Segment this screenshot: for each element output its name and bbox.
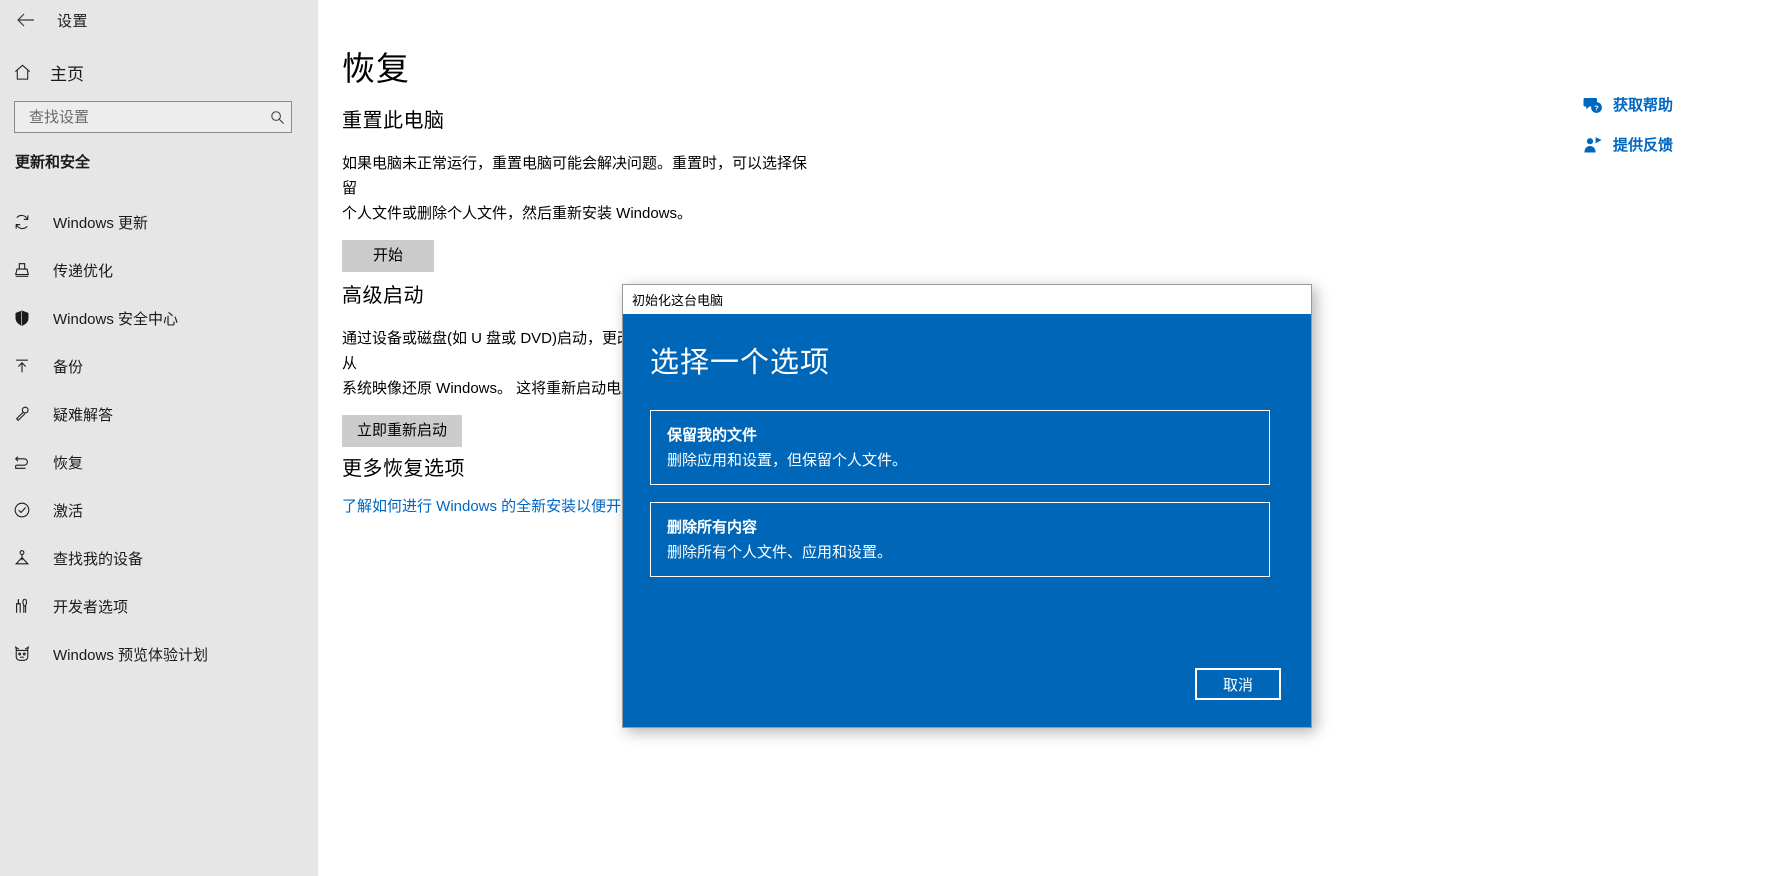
give-feedback-link[interactable]: 提供反馈 <box>1583 134 1763 155</box>
search-container <box>14 101 292 133</box>
dialog-title: 初始化这台电脑 <box>632 293 724 308</box>
sidebar-item-windows-security[interactable]: Windows 安全中心 <box>0 294 318 342</box>
app-title: 设置 <box>57 12 89 30</box>
section-more-recovery-options: 更多恢复选项 了解如何进行 Windows 的全新安装以便开始 <box>342 452 636 516</box>
sidebar-item-label: 激活 <box>53 502 84 520</box>
sidebar-item-label: Windows 预览体验计划 <box>53 646 209 664</box>
sidebar-item-home[interactable]: 主页 <box>0 52 318 92</box>
sync-refresh-icon <box>13 213 43 231</box>
section-body-line-2: 个人文件或删除个人文件，然后重新安装 Windows。 <box>342 205 693 222</box>
delivery-optimization-icon <box>13 261 43 279</box>
sidebar-item-label: 传递优化 <box>53 262 114 280</box>
give-feedback-label: 提供反馈 <box>1613 137 1674 154</box>
sidebar-item-backup[interactable]: 备份 <box>0 342 318 390</box>
sidebar-item-label: 备份 <box>53 358 84 376</box>
find-my-device-icon <box>13 549 43 567</box>
search-input[interactable] <box>27 107 270 127</box>
page-title: 恢复 <box>342 50 410 87</box>
developer-tools-icon <box>13 597 43 615</box>
sidebar-item-troubleshoot[interactable]: 疑难解答 <box>0 390 318 438</box>
option-title: 删除所有内容 <box>667 519 758 536</box>
sidebar-item-label: 开发者选项 <box>53 598 129 616</box>
sidebar-nav-list: Windows 更新 传递优化 Windows 安全中心 备份 疑难解答 恢复 … <box>0 198 318 678</box>
sidebar-item-label: Windows 更新 <box>53 214 149 232</box>
sidebar-group-title: 更新和安全 <box>15 154 91 171</box>
reset-this-pc-dialog: 初始化这台电脑 选择一个选项 保留我的文件 删除应用和设置，但保留个人文件。 删… <box>622 284 1312 728</box>
upload-arrow-icon <box>13 357 43 375</box>
sidebar-item-recovery[interactable]: 恢复 <box>0 438 318 486</box>
back-arrow-icon[interactable] <box>4 3 48 37</box>
fresh-start-link[interactable]: 了解如何进行 Windows 的全新安装以便开始 <box>342 498 636 515</box>
sidebar-item-home-label: 主页 <box>50 64 84 84</box>
section-body-line-2: 系统映像还原 Windows。 这将重新启动电脑。 <box>342 380 652 397</box>
option-remove-everything[interactable]: 删除所有内容 删除所有个人文件、应用和设置。 <box>650 502 1270 577</box>
home-icon <box>13 63 43 82</box>
dialog-body: 选择一个选项 保留我的文件 删除应用和设置，但保留个人文件。 删除所有内容 删除… <box>623 314 1311 727</box>
shield-icon <box>13 309 43 327</box>
svg-text:?: ? <box>1594 103 1599 112</box>
sidebar-item-activation[interactable]: 激活 <box>0 486 318 534</box>
option-description: 删除应用和设置，但保留个人文件。 <box>667 452 908 469</box>
dialog-heading: 选择一个选项 <box>650 347 831 379</box>
section-body: 如果电脑未正常运行，重置电脑可能会解决问题。重置时，可以选择保留 个人文件或删除… <box>342 151 812 226</box>
section-heading: 重置此电脑 <box>342 110 445 132</box>
search-icon[interactable] <box>270 110 285 125</box>
sidebar-item-windows-update[interactable]: Windows 更新 <box>0 198 318 246</box>
dialog-titlebar: 初始化这台电脑 <box>623 285 1311 314</box>
question-chat-icon: ? <box>1583 95 1609 115</box>
sidebar: 设置 主页 更新和安全 <box>0 0 318 876</box>
insider-bug-icon <box>13 645 43 663</box>
sidebar-item-find-my-device[interactable]: 查找我的设备 <box>0 534 318 582</box>
dialog-options-list: 保留我的文件 删除应用和设置，但保留个人文件。 删除所有内容 删除所有个人文件、… <box>650 410 1270 594</box>
sidebar-item-label: 恢复 <box>53 454 84 472</box>
feedback-person-icon <box>1583 135 1609 155</box>
option-description: 删除所有个人文件、应用和设置。 <box>667 544 893 561</box>
sidebar-item-developer-options[interactable]: 开发者选项 <box>0 582 318 630</box>
section-reset-this-pc: 重置此电脑 如果电脑未正常运行，重置电脑可能会解决问题。重置时，可以选择保留 个… <box>342 104 812 272</box>
get-help-label: 获取帮助 <box>1613 97 1674 114</box>
wrench-icon <box>13 405 43 423</box>
option-keep-my-files[interactable]: 保留我的文件 删除应用和设置，但保留个人文件。 <box>650 410 1270 485</box>
get-help-link[interactable]: ? 获取帮助 <box>1583 94 1763 115</box>
settings-window: 设置 主页 更新和安全 <box>0 0 1789 876</box>
option-title: 保留我的文件 <box>667 427 758 444</box>
section-heading: 更多恢复选项 <box>342 458 465 480</box>
sidebar-titlebar: 设置 <box>0 0 318 40</box>
sidebar-item-label: Windows 安全中心 <box>53 310 179 328</box>
sidebar-item-windows-insider-program[interactable]: Windows 预览体验计划 <box>0 630 318 678</box>
get-started-button[interactable]: 开始 <box>342 240 434 272</box>
recovery-icon <box>13 453 43 471</box>
check-circle-icon <box>13 501 43 519</box>
sidebar-item-label: 查找我的设备 <box>53 550 144 568</box>
help-panel: ? 获取帮助 提供反馈 <box>1583 94 1763 174</box>
restart-now-button[interactable]: 立即重新启动 <box>342 415 463 447</box>
search-box[interactable] <box>14 101 292 133</box>
sidebar-item-label: 疑难解答 <box>53 406 114 424</box>
cancel-button[interactable]: 取消 <box>1195 668 1281 700</box>
section-body-line-1: 如果电脑未正常运行，重置电脑可能会解决问题。重置时，可以选择保留 <box>342 155 808 197</box>
sidebar-item-delivery-optimization[interactable]: 传递优化 <box>0 246 318 294</box>
dialog-footer: 取消 <box>1195 668 1281 700</box>
